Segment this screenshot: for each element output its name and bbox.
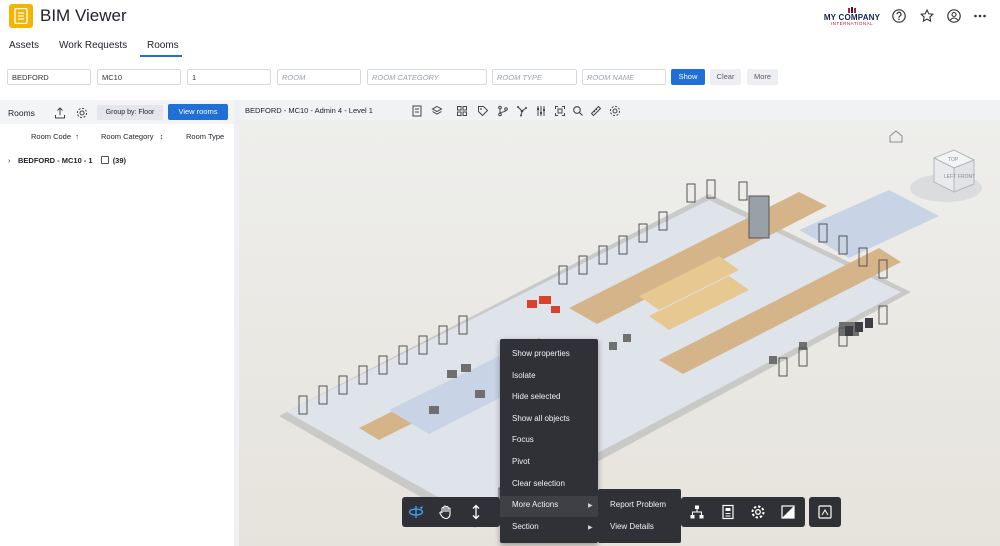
column-label: Room Category [101,132,154,141]
settings-gear-icon[interactable] [750,504,766,520]
model-browser-icon[interactable] [411,104,423,117]
menu-item-show-all-objects[interactable]: Show all objects [512,414,570,423]
fit-to-view-icon[interactable] [554,104,566,116]
tab-work-requests[interactable]: Work Requests [59,40,127,51]
company-logo: MY COMPANY INTERNATIONAL [818,7,886,26]
tree-row[interactable]: › BEDFORD - MC10 - 1 (39) [8,156,126,165]
tree-row-checkbox[interactable] [100,156,109,164]
extension-toolbar [809,497,841,527]
floor-filter-input[interactable]: 1 [187,69,271,85]
menu-item-more-actions[interactable]: More Actions [512,500,558,509]
export-icon[interactable] [54,106,66,119]
fullscreen-icon[interactable] [780,504,796,520]
room-type-filter-input[interactable]: ROOM TYPE [492,69,577,85]
tab-assets[interactable]: Assets [9,40,39,51]
adjust-sliders-icon[interactable] [535,104,547,116]
search-icon[interactable] [572,104,584,116]
more-options-icon[interactable] [972,8,988,24]
show-button[interactable]: Show [671,69,705,85]
sort-ascending-icon[interactable]: ↑ [73,132,79,141]
viewer-toolbar: BEDFORD - MC10 - Admin 4 - Level 1 [239,100,1000,120]
tab-rooms[interactable]: Rooms [147,40,179,51]
favorites-icon[interactable] [919,8,935,24]
context-menu: Show properties Isolate Hide selected Sh… [500,339,598,543]
tree-row-label: BEDFORD - MC10 - 1 [18,156,93,165]
rooms-panel-toolbar: Rooms Group by: Floor View rooms [0,100,234,124]
grid-icon[interactable] [456,104,468,116]
properties-icon[interactable] [720,504,736,520]
menu-item-show-properties[interactable]: Show properties [512,349,570,358]
view-cube-top-label: TOP [948,157,959,163]
clear-button[interactable]: Clear [710,69,741,85]
settings-gear-icon[interactable] [76,106,88,119]
tree-row-count: (39) [112,156,127,165]
more-button[interactable]: More [747,69,778,85]
model-structure-icon[interactable] [689,504,705,520]
app-logo-icon [9,4,33,28]
pan-hand-icon[interactable] [438,504,454,520]
document-browser-icon[interactable] [817,504,833,520]
menu-item-hide-selected[interactable]: Hide selected [512,392,560,401]
room-name-filter-input[interactable]: ROOM NAME [582,69,666,85]
menu-item-focus[interactable]: Focus [512,435,534,444]
app-header: BIM Viewer MY COMPANY INTERNATIONAL [0,0,1000,34]
sort-icon[interactable]: ↕ [156,132,164,141]
submenu-arrow-icon: ▶ [588,525,593,531]
group-by-floor-button[interactable]: Group by: Floor [97,105,163,120]
user-account-icon[interactable] [946,8,962,24]
column-label: Room Code [31,132,72,141]
bim-viewer[interactable]: BEDFORD - MC10 - Admin 4 - Level 1 LEFT … [239,100,1000,546]
menu-item-clear-selection[interactable]: Clear selection [512,479,565,488]
branch-icon[interactable] [497,104,509,117]
navigation-toolbar [402,497,500,527]
orbit-icon[interactable] [408,504,424,520]
view-rooms-button[interactable]: View rooms [168,104,228,120]
tools-toolbar [681,497,805,527]
view-cube-left-label: LEFT [944,174,956,180]
menu-item-report-problem[interactable]: Report Problem [610,500,666,509]
submenu-arrow-icon: ▶ [588,503,593,509]
menu-item-isolate[interactable]: Isolate [512,371,536,380]
column-header-room-category[interactable]: Room Category ↕ [101,132,164,141]
network-icon[interactable] [516,104,528,117]
help-icon[interactable] [891,8,907,24]
column-header-room-type[interactable]: Room Type [186,132,224,141]
active-tab-indicator [140,55,182,57]
chevron-right-icon[interactable]: › [8,156,18,165]
viewer-title: BEDFORD - MC10 - Admin 4 - Level 1 [245,106,373,115]
site-filter-input[interactable]: BEDFORD [7,69,91,85]
floor-plan-3d-model[interactable]: LEFT FRONT TOP [239,120,1000,546]
menu-item-pivot[interactable]: Pivot [512,457,530,466]
rooms-panel-title: Rooms [8,108,35,118]
more-actions-submenu: Report Problem View Details [598,489,681,543]
building-filter-input[interactable]: MC10 [97,69,181,85]
rooms-panel: Rooms Group by: Floor View rooms Room Co… [0,100,234,546]
room-category-filter-input[interactable]: ROOM CATEGORY [367,69,487,85]
layers-icon[interactable] [431,104,443,116]
measure-icon[interactable] [590,104,602,117]
viewer-settings-gear-icon[interactable] [609,104,621,117]
zoom-icon[interactable] [468,504,484,520]
column-header-room-code[interactable]: Room Code ↑ [31,132,79,141]
room-filter-input[interactable]: ROOM [277,69,361,85]
column-label: Room Type [186,132,225,141]
menu-item-view-details[interactable]: View Details [610,522,654,531]
menu-item-section[interactable]: Section [512,522,539,531]
view-cube-front-label: FRONT [958,174,975,180]
tag-icon[interactable] [477,104,489,117]
app-title: BIM Viewer [40,6,127,25]
